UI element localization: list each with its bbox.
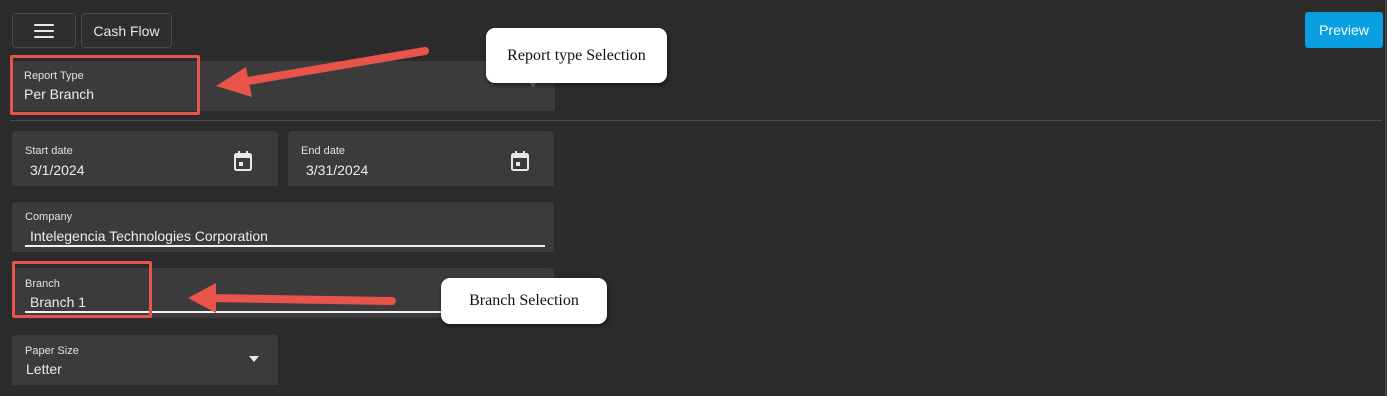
report-type-callout: Report type Selection (486, 28, 667, 83)
report-type-arrow (216, 47, 429, 97)
branch-callout: Branch Selection (441, 278, 607, 324)
branch-arrow (188, 283, 396, 313)
annotation-arrows (188, 47, 429, 313)
